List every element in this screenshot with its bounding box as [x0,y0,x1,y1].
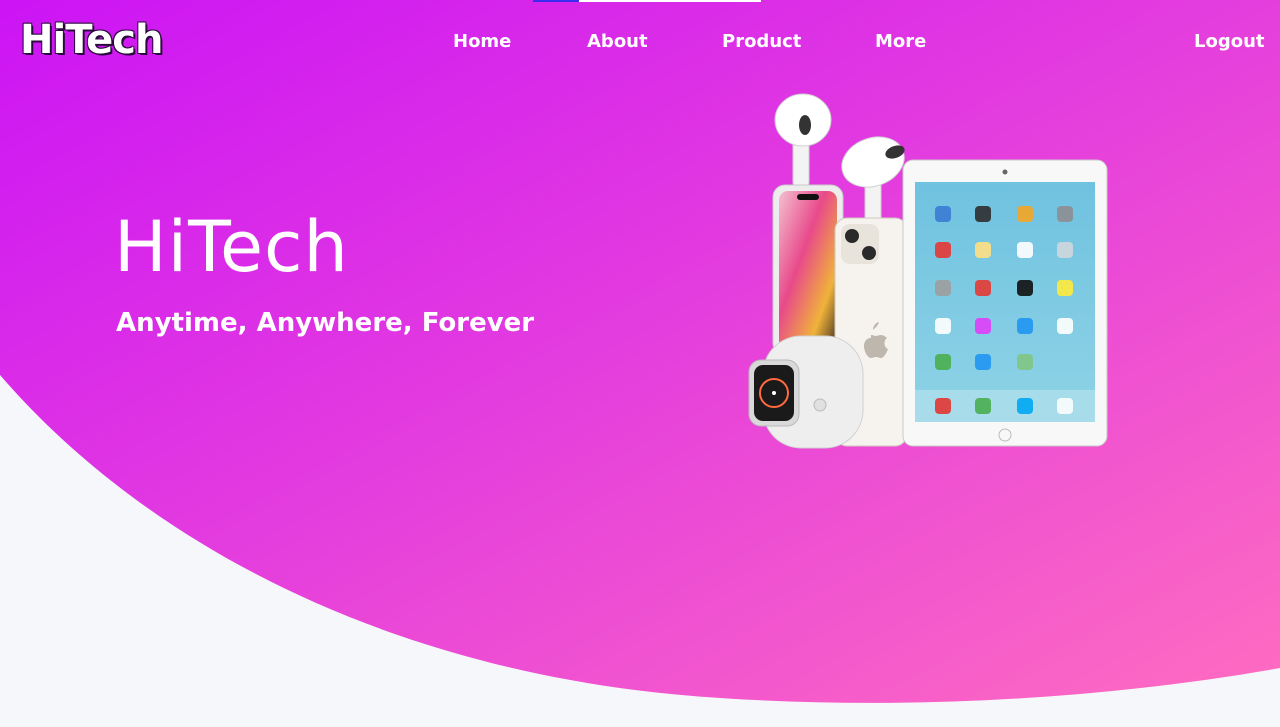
ipad-icon [902,159,1108,447]
nav-more[interactable]: More [875,29,926,55]
logout-link[interactable]: Logout [1194,29,1265,55]
hero-tagline: Anytime, Anywhere, Forever [116,308,535,338]
nav-product[interactable]: Product [722,29,801,55]
nav-about[interactable]: About [587,29,648,55]
apple-watch-icon [748,335,864,449]
top-progress-bar [533,0,761,2]
iphone-front-icon [772,184,844,356]
main-nav: Home About Product More Logout [0,29,1280,55]
hero-title: HiTech [114,206,349,288]
product-lineup-image [748,93,1108,449]
nav-home[interactable]: Home [453,29,511,55]
